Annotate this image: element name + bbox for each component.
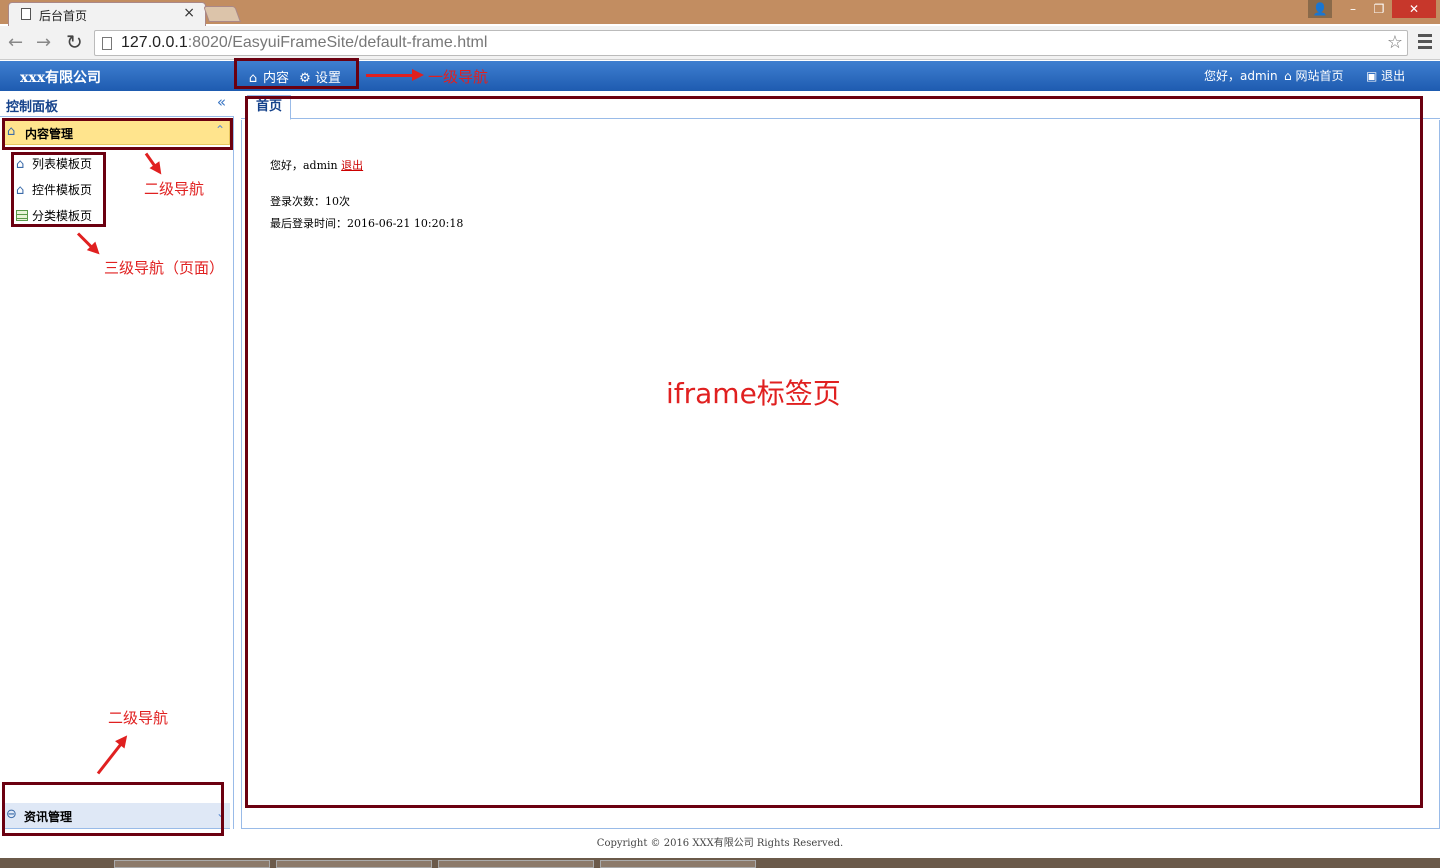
bookmark-star-icon[interactable]: ☆ bbox=[1387, 32, 1403, 53]
minimize-icon[interactable]: – bbox=[1340, 0, 1366, 18]
user-icon[interactable]: 👤 bbox=[1308, 0, 1332, 18]
home-icon: ⌂ bbox=[1284, 69, 1292, 83]
browser-toolbar: ← → ↻ 127.0.0.1:8020/EasyuiFrameSite/def… bbox=[0, 26, 1440, 60]
browser-titlebar: 后台首页 × 👤 – ❐ ✕ bbox=[0, 0, 1440, 26]
page-icon bbox=[102, 37, 112, 50]
logout-label: 退出 bbox=[1381, 69, 1406, 83]
taskbar-item[interactable] bbox=[276, 860, 432, 868]
annotation-box-level3 bbox=[11, 152, 106, 227]
window-close-icon[interactable]: ✕ bbox=[1392, 0, 1436, 18]
greeting-text: 您好，admin bbox=[1204, 69, 1278, 83]
browser-tab-title: 后台首页 bbox=[39, 9, 88, 23]
maximize-icon[interactable]: ❐ bbox=[1366, 0, 1392, 18]
annotation-iframe-label: iframe标签页 bbox=[666, 377, 841, 410]
browser-tab[interactable]: 后台首页 × bbox=[8, 2, 206, 26]
site-home-label: 网站首页 bbox=[1295, 69, 1344, 83]
sidebar-title-bar: 控制面板 « bbox=[0, 91, 234, 117]
url-host: 127.0.0.1 bbox=[121, 34, 188, 51]
annotation-box-level2-bottom bbox=[2, 782, 224, 836]
collapse-icon[interactable]: « bbox=[217, 93, 226, 111]
annotation-level3-label: 三级导航（页面） bbox=[104, 259, 225, 277]
annotation-box-level1 bbox=[234, 58, 359, 89]
browser-menu-icon[interactable] bbox=[1418, 34, 1432, 52]
new-tab-button[interactable] bbox=[203, 6, 241, 22]
taskbar-item[interactable] bbox=[114, 860, 270, 868]
reload-icon[interactable]: ↻ bbox=[66, 30, 83, 54]
annotation-box-iframe bbox=[245, 96, 1423, 808]
company-logo-text: xxx有限公司 bbox=[20, 70, 102, 86]
os-taskbar bbox=[0, 858, 1440, 868]
url-path: :8020/EasyuiFrameSite/default-frame.html bbox=[187, 34, 488, 51]
header-logout-link[interactable]: ▣ 退出 bbox=[1366, 67, 1405, 84]
sidebar-title: 控制面板 bbox=[6, 100, 59, 115]
annotation-level2-top-label: 二级导航 bbox=[144, 180, 205, 198]
address-bar[interactable]: 127.0.0.1:8020/EasyuiFrameSite/default-f… bbox=[94, 30, 1408, 56]
annotation-box-level2-top bbox=[2, 118, 233, 150]
logout-icon: ▣ bbox=[1366, 69, 1378, 83]
url-text[interactable]: 127.0.0.1:8020/EasyuiFrameSite/default-f… bbox=[121, 34, 487, 52]
annotation-level2-bottom-label: 二级导航 bbox=[108, 709, 169, 727]
annotation-level1-label: 一级导航 bbox=[428, 68, 489, 86]
forward-arrow-icon[interactable]: → bbox=[36, 32, 51, 53]
taskbar-item[interactable] bbox=[600, 860, 756, 868]
annotation-arrow-level1 bbox=[366, 69, 424, 81]
document-icon bbox=[21, 8, 31, 20]
site-home-link[interactable]: ⌂ 网站首页 bbox=[1284, 67, 1343, 84]
tab-close-icon[interactable]: × bbox=[183, 5, 195, 21]
back-arrow-icon[interactable]: ← bbox=[8, 32, 23, 53]
app-header: xxx有限公司 ⌂ 内容 ⚙ 设置 您好，admin ⌂ 网站首页 ▣ 退出 bbox=[0, 61, 1440, 91]
taskbar-item[interactable] bbox=[438, 860, 594, 868]
